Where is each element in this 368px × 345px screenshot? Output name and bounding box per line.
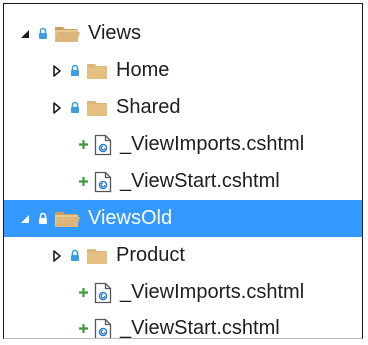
lock-icon — [70, 89, 86, 126]
tree-item-viewstart[interactable]: _ViewStart.cshtml — [4, 310, 362, 339]
caret-collapsed-icon[interactable] — [48, 237, 66, 274]
tree-item-shared[interactable]: Shared — [4, 89, 362, 126]
tree-item-label: Home — [116, 59, 170, 81]
tree-item-viewstart[interactable]: _ViewStart.cshtml — [4, 163, 362, 200]
lock-icon — [38, 200, 54, 237]
solution-explorer-tree: Views Home Shared _ViewImports.cshtml _V… — [3, 3, 363, 339]
tree-item-label: _ViewStart.cshtml — [120, 170, 280, 192]
pending-add-icon — [78, 126, 94, 163]
caret-expanded-icon[interactable] — [16, 200, 34, 237]
tree-item-product[interactable]: Product — [4, 237, 362, 274]
tree-item-views[interactable]: Views — [4, 15, 362, 52]
folder-open-icon — [54, 15, 80, 52]
caret-collapsed-icon[interactable] — [48, 89, 66, 126]
caret-collapsed-icon[interactable] — [48, 52, 66, 89]
lock-icon — [70, 237, 86, 274]
tree-item-label: _ViewImports.cshtml — [120, 133, 305, 155]
lock-icon — [38, 15, 54, 52]
cshtml-file-icon — [94, 163, 112, 200]
cshtml-file-icon — [94, 310, 112, 338]
tree-item-viewimports[interactable]: _ViewImports.cshtml — [4, 274, 362, 311]
cshtml-file-icon — [94, 126, 112, 163]
tree-item-label: _ViewImports.cshtml — [120, 281, 305, 303]
folder-icon — [86, 89, 108, 126]
tree-item-label: Shared — [116, 96, 181, 118]
pending-add-icon — [78, 163, 94, 200]
folder-icon — [86, 52, 108, 89]
pending-add-icon — [78, 310, 94, 338]
tree-item-home[interactable]: Home — [4, 52, 362, 89]
lock-icon — [70, 52, 86, 89]
folder-icon — [86, 237, 108, 274]
pending-add-icon — [78, 274, 94, 311]
tree-item-label: ViewsOld — [88, 207, 173, 229]
tree-item-viewsold[interactable]: ViewsOld — [4, 200, 362, 237]
folder-open-icon — [54, 200, 80, 237]
tree-item-label: Product — [116, 244, 185, 266]
tree-item-viewimports[interactable]: _ViewImports.cshtml — [4, 126, 362, 163]
tree-item-label: _ViewStart.cshtml — [120, 317, 280, 339]
tree-item-label: Views — [88, 22, 141, 44]
caret-expanded-icon[interactable] — [16, 15, 34, 52]
cshtml-file-icon — [94, 274, 112, 311]
